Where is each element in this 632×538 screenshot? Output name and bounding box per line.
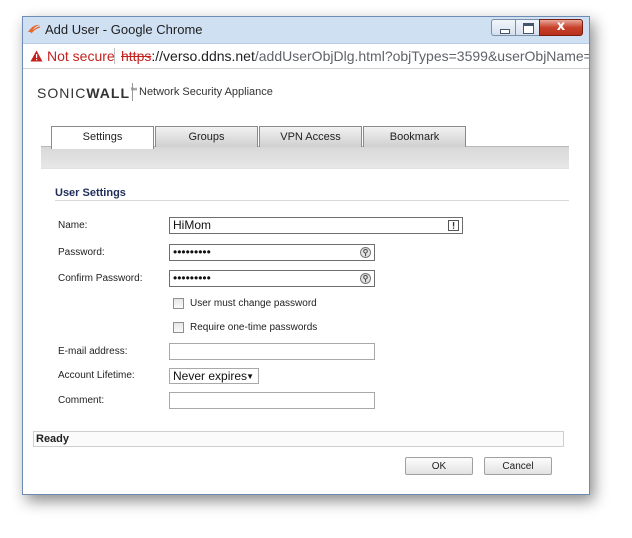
must-change-password-option[interactable]: User must change password bbox=[173, 298, 317, 309]
one-time-password-checkbox[interactable] bbox=[173, 322, 184, 333]
comment-label: Comment: bbox=[58, 395, 105, 406]
tab-vpn-access[interactable]: VPN Access bbox=[259, 126, 362, 147]
close-glyph: x bbox=[556, 19, 566, 34]
window-title: Add User - Google Chrome bbox=[45, 22, 203, 37]
must-change-password-checkbox[interactable] bbox=[173, 298, 184, 309]
name-label: Name: bbox=[58, 220, 88, 231]
dropdown-arrow-icon: ▼ bbox=[246, 372, 254, 381]
account-lifetime-value: Never expires bbox=[173, 369, 248, 383]
tab-strip bbox=[41, 146, 569, 169]
close-icon[interactable]: x bbox=[539, 19, 583, 36]
must-change-password-label: User must change password bbox=[190, 298, 317, 310]
field-info-icon bbox=[448, 220, 459, 231]
url-path: /addUserObjDlg.html?objTypes=3599&userOb… bbox=[254, 48, 589, 64]
address-bar[interactable]: Not secure https://verso.ddns.net/addUse… bbox=[23, 44, 589, 69]
password-key-icon[interactable] bbox=[360, 273, 371, 284]
url-text[interactable]: https://verso.ddns.net/addUserObjDlg.htm… bbox=[121, 44, 589, 68]
one-time-password-option[interactable]: Require one-time passwords bbox=[173, 322, 317, 333]
ok-button[interactable]: OK bbox=[405, 457, 473, 475]
tab-groups[interactable]: Groups bbox=[155, 126, 258, 147]
account-lifetime-select[interactable]: Never expires ▼ bbox=[169, 368, 259, 384]
password-key-icon[interactable] bbox=[360, 247, 371, 258]
comment-field[interactable] bbox=[169, 392, 375, 409]
account-lifetime-label: Account Lifetime: bbox=[58, 370, 135, 381]
title-bar[interactable]: Add User - Google Chrome x bbox=[23, 17, 589, 44]
sonicwall-logo: SONICWALL™ bbox=[37, 85, 138, 101]
minimize-icon[interactable] bbox=[491, 19, 515, 36]
maximize-icon[interactable] bbox=[515, 19, 539, 36]
brand-subtitle: Network Security Appliance bbox=[139, 86, 273, 98]
chrome-logo-icon bbox=[28, 24, 41, 34]
cancel-button[interactable]: Cancel bbox=[484, 457, 552, 475]
status-bar: Ready bbox=[33, 431, 564, 447]
not-secure-label[interactable]: Not secure bbox=[47, 44, 115, 68]
confirm-password-value: ••••••••• bbox=[173, 271, 211, 285]
password-field[interactable]: ••••••••• bbox=[169, 244, 375, 261]
confirm-password-field[interactable]: ••••••••• bbox=[169, 270, 375, 287]
section-divider bbox=[55, 200, 569, 201]
warning-icon bbox=[30, 50, 43, 62]
password-value: ••••••••• bbox=[173, 245, 211, 259]
one-time-password-label: Require one-time passwords bbox=[190, 322, 318, 334]
email-label: E-mail address: bbox=[58, 346, 128, 357]
logo-wall: WALL bbox=[86, 85, 130, 101]
url-scheme: https bbox=[121, 48, 152, 64]
window-controls: x bbox=[491, 19, 583, 37]
tab-strip-rule bbox=[41, 168, 569, 169]
dialog-window: Add User - Google Chrome x Not secure ht… bbox=[22, 16, 590, 495]
name-field[interactable]: HiMom bbox=[169, 217, 463, 234]
name-value: HiMom bbox=[173, 218, 211, 232]
password-label: Password: bbox=[58, 247, 105, 258]
confirm-password-label: Confirm Password: bbox=[58, 273, 143, 284]
email-field[interactable] bbox=[169, 343, 375, 360]
brand-divider bbox=[132, 83, 133, 101]
address-separator bbox=[114, 48, 115, 64]
tab-bookmark[interactable]: Bookmark bbox=[363, 126, 466, 147]
logo-sonic: SONIC bbox=[37, 85, 87, 101]
section-title: User Settings bbox=[55, 187, 126, 199]
url-host: ://verso.ddns.net bbox=[151, 48, 255, 64]
tab-settings[interactable]: Settings bbox=[51, 126, 154, 149]
